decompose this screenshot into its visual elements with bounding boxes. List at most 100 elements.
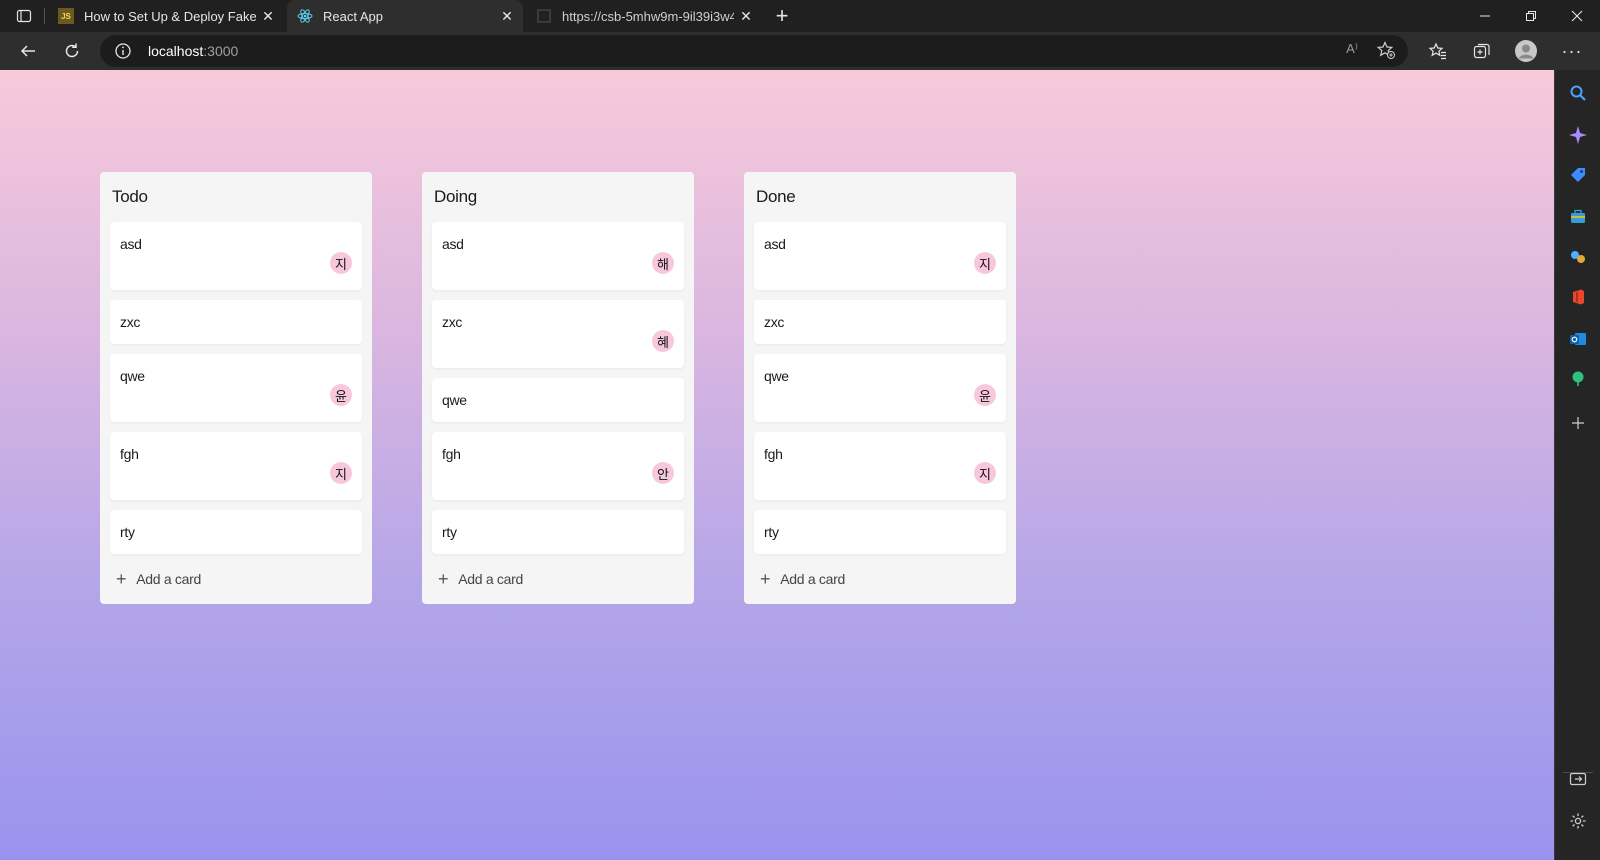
sidebar-settings-gear-icon[interactable] [1567,810,1589,832]
card-title: zxc [764,314,785,330]
member-badge: 혜 [652,330,674,352]
add-card-button[interactable]: + Add a card [110,564,362,594]
shopping-tag-icon[interactable] [1567,164,1589,186]
url-host: localhost [148,43,204,59]
card-title: rty [120,524,135,540]
restore-button[interactable] [1508,0,1554,32]
card-title: asd [764,236,786,252]
favorites-button[interactable] [1424,37,1452,65]
add-card-button[interactable]: + Add a card [754,564,1006,594]
card-title: fgh [764,446,783,462]
minimize-icon [1480,15,1490,17]
js-icon: JS [58,8,74,24]
tab-csb[interactable]: https://csb-5mhw9m-9il39i3w4-s ✕ [526,0,762,32]
card[interactable]: asd 지 [754,222,1006,290]
member-badge: 지 [330,252,352,274]
profile-button[interactable] [1512,37,1540,65]
more-icon: ··· [1561,40,1583,61]
card[interactable]: fgh 지 [754,432,1006,500]
tab-title: React App [323,8,383,24]
info-icon[interactable] [114,42,132,60]
read-aloud-icon[interactable]: A⁾ [1346,41,1358,57]
copilot-sparkle-icon[interactable] [1567,124,1589,146]
collections-button[interactable] [1468,37,1496,65]
avatar-icon [1515,40,1537,62]
url-text[interactable]: localhost:3000 [148,43,238,59]
favorites-icon [1428,42,1446,60]
close-icon[interactable]: ✕ [499,8,515,24]
tab-title: https://csb-5mhw9m-9il39i3w4-s [562,8,734,24]
tab-separator [44,8,45,24]
hide-sidebar-icon[interactable] [1567,768,1589,790]
react-icon [297,8,313,24]
tab-strip: JS How to Set Up & Deploy Fake RE ✕ Reac… [0,0,1600,32]
card-title: asd [120,236,142,252]
outlook-icon[interactable] [1567,328,1589,350]
refresh-icon [65,43,79,58]
member-badge: 해 [652,252,674,274]
card-title: asd [442,236,464,252]
add-sidebar-app-icon[interactable] [1567,412,1589,434]
edge-sidebar [1554,70,1600,860]
card[interactable]: asd 지 [110,222,362,290]
refresh-button[interactable] [58,37,86,65]
list-done: Done asd 지 zxc qwe 윤 fgh 지 rty + Add a c… [744,172,1016,604]
member-badge: 지 [974,252,996,274]
tab-react-app[interactable]: React App ✕ [287,0,523,32]
close-window-button[interactable] [1554,0,1600,32]
close-icon [1571,10,1583,22]
add-card-label: Add a card [458,571,523,587]
card-title: rty [764,524,779,540]
add-favorite-icon[interactable] [1376,40,1396,65]
plus-icon: + [775,3,789,28]
member-badge: 안 [652,462,674,484]
member-badge: 지 [330,462,352,484]
card[interactable]: asd 해 [432,222,684,290]
card[interactable]: zxc [110,300,362,344]
card-title: zxc [120,314,141,330]
address-bar[interactable]: localhost:3000 A⁾ [100,35,1408,67]
card[interactable]: qwe 윤 [110,354,362,422]
back-arrow-icon [20,45,35,57]
page-content: Todo asd 지 zxc qwe 윤 fgh 지 rty + Add a c… [0,70,1554,860]
search-icon[interactable] [1567,82,1589,104]
plus-icon: + [760,568,771,589]
card[interactable]: rty [432,510,684,554]
tree-icon[interactable] [1567,368,1589,390]
collections-icon [1473,43,1490,59]
new-tab-button[interactable]: + [770,3,794,28]
member-badge: 지 [974,462,996,484]
restore-icon [1526,11,1536,21]
list-doing: Doing asd 해 zxc 혜 qwe fgh 안 rty + Add a … [422,172,694,604]
games-icon[interactable] [1567,246,1589,268]
card[interactable]: rty [110,510,362,554]
card[interactable]: zxc [754,300,1006,344]
address-toolbar: localhost:3000 A⁾ ··· [0,32,1600,70]
back-button[interactable] [14,37,42,65]
settings-more-button[interactable]: ··· [1558,37,1586,65]
tab-fake-rest[interactable]: JS How to Set Up & Deploy Fake RE ✕ [48,0,284,32]
card[interactable]: qwe [432,378,684,422]
minimize-button[interactable] [1462,0,1508,32]
plus-icon: + [116,568,127,589]
url-port: :3000 [203,43,239,59]
card-title: zxc [442,314,463,330]
card[interactable]: zxc 혜 [432,300,684,368]
add-card-label: Add a card [136,571,201,587]
close-icon[interactable]: ✕ [260,8,276,24]
add-card-label: Add a card [780,571,845,587]
card[interactable]: fgh 안 [432,432,684,500]
card-title: qwe [120,368,145,384]
list-title: Doing [434,187,477,206]
list-title: Todo [112,187,148,206]
card[interactable]: rty [754,510,1006,554]
list-title: Done [756,187,796,206]
tab-actions-button[interactable] [12,6,36,26]
office-icon[interactable] [1567,286,1589,308]
card[interactable]: fgh 지 [110,432,362,500]
member-badge: 윤 [974,384,996,406]
add-card-button[interactable]: + Add a card [432,564,684,594]
close-icon[interactable]: ✕ [738,8,754,24]
tools-briefcase-icon[interactable] [1567,206,1589,228]
card[interactable]: qwe 윤 [754,354,1006,422]
